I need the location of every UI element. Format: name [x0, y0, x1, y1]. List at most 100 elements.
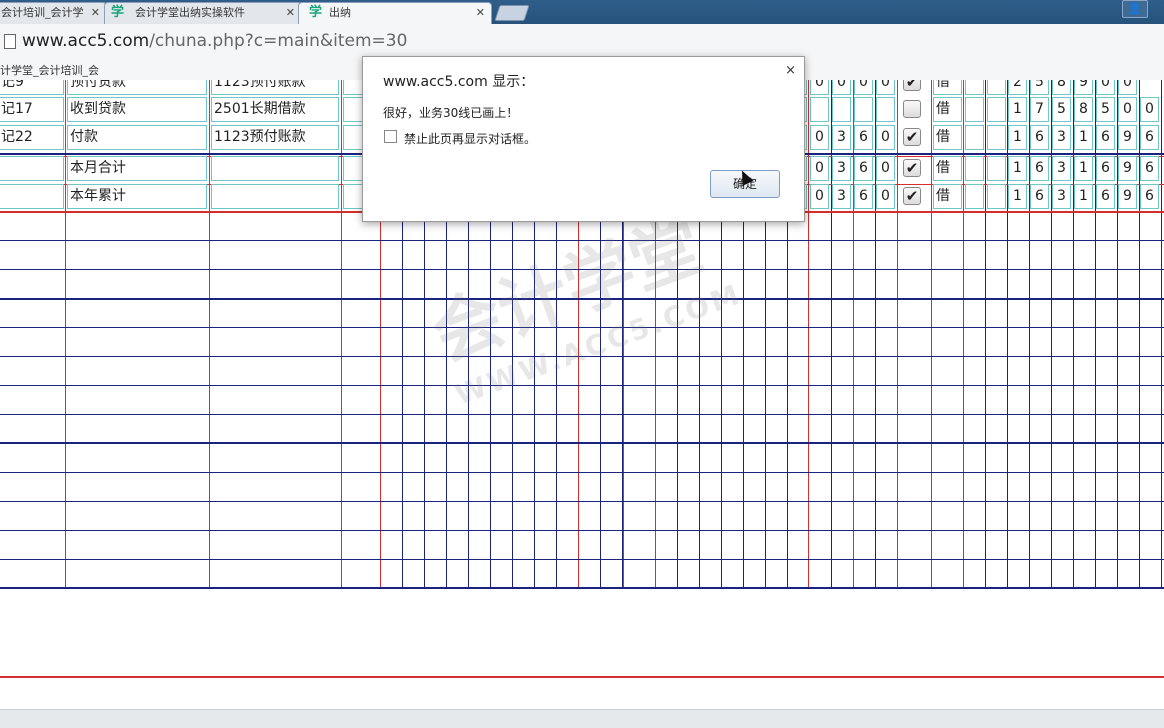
- balance-digit-cell[interactable]: 1: [1074, 184, 1093, 209]
- voucher-cell[interactable]: 记22: [0, 125, 64, 150]
- balance-digit-cell[interactable]: 3: [1052, 156, 1071, 181]
- direction-cell[interactable]: 借: [933, 184, 962, 209]
- checkmark-checkbox[interactable]: ✔: [903, 159, 921, 177]
- balance-blank-cell[interactable]: [965, 184, 984, 209]
- credit-digit-cell[interactable]: 3: [832, 184, 851, 209]
- summary-cell[interactable]: 收到贷款: [67, 97, 207, 122]
- balance-digit-cell[interactable]: 1: [1074, 125, 1093, 150]
- credit-digit-cell[interactable]: 6: [854, 156, 873, 181]
- close-icon[interactable]: ✕: [286, 3, 295, 23]
- voucher-cell[interactable]: [0, 156, 64, 181]
- balance-digit-cell[interactable]: 6: [1096, 184, 1115, 209]
- close-icon[interactable]: ✕: [476, 3, 485, 23]
- credit-digit-cell[interactable]: 0: [810, 125, 829, 150]
- summary-cell[interactable]: 本月合计: [67, 156, 207, 181]
- account-cell[interactable]: [211, 184, 339, 209]
- balance-digit-cell[interactable]: 9: [1118, 184, 1137, 209]
- account-cell[interactable]: 1123预付账款: [211, 125, 339, 150]
- account-cell[interactable]: 2501长期借款: [211, 97, 339, 122]
- balance-digit-cell[interactable]: 6: [1096, 125, 1115, 150]
- credit-digit-cell[interactable]: [854, 97, 873, 122]
- credit-digit-cell[interactable]: 0: [854, 80, 873, 95]
- balance-digit-cell[interactable]: 3: [1052, 125, 1071, 150]
- balance-digit-cell[interactable]: 6: [1140, 125, 1159, 150]
- balance-digit-cell[interactable]: 5: [1030, 80, 1049, 95]
- credit-digit-cell[interactable]: 0: [810, 184, 829, 209]
- credit-digit-cell[interactable]: 0: [876, 125, 895, 150]
- tab-cashier[interactable]: 学 出纳 ✕: [298, 2, 492, 25]
- summary-cell[interactable]: 预付贷款: [67, 80, 207, 95]
- account-cell[interactable]: [211, 156, 339, 181]
- balance-digit-cell[interactable]: 5: [1052, 97, 1071, 122]
- balance-blank-cell[interactable]: [987, 184, 1006, 209]
- balance-digit-cell[interactable]: 2: [1008, 80, 1027, 95]
- credit-digit-cell[interactable]: 6: [854, 125, 873, 150]
- checkmark-checkbox[interactable]: [903, 100, 921, 118]
- close-icon[interactable]: ×: [785, 63, 796, 78]
- direction-cell[interactable]: 借: [933, 125, 962, 150]
- balance-digit-cell[interactable]: 1: [1008, 156, 1027, 181]
- balance-digit-cell[interactable]: 9: [1118, 125, 1137, 150]
- credit-digit-cell[interactable]: 3: [832, 125, 851, 150]
- credit-digit-cell[interactable]: 0: [810, 80, 829, 95]
- direction-cell[interactable]: 借: [933, 156, 962, 181]
- credit-digit-cell[interactable]: [810, 97, 829, 122]
- bookmark-acc5[interactable]: 计学堂_会计培训_会: [0, 62, 99, 78]
- url-field[interactable]: www.acc5.com/chuna.php?c=main&item=30: [22, 31, 407, 51]
- summary-cell[interactable]: 付款: [67, 125, 207, 150]
- balance-digit-cell[interactable]: 5: [1096, 97, 1115, 122]
- credit-digit-cell[interactable]: 6: [854, 184, 873, 209]
- voucher-cell[interactable]: 记9: [0, 80, 64, 95]
- summary-cell[interactable]: 本年累计: [67, 184, 207, 209]
- balance-digit-cell[interactable]: 6: [1140, 156, 1159, 181]
- tab-cashier-software[interactable]: 学 会计学堂出纳实操软件 ✕: [104, 2, 302, 25]
- credit-digit-cell[interactable]: 0: [876, 184, 895, 209]
- user-icon[interactable]: 👤: [1122, 0, 1148, 18]
- balance-blank-cell[interactable]: [987, 80, 1006, 95]
- voucher-cell[interactable]: 记17: [0, 97, 64, 122]
- balance-digit-cell[interactable]: 1: [1008, 97, 1027, 122]
- credit-digit-cell[interactable]: 0: [810, 156, 829, 181]
- balance-digit-cell[interactable]: 9: [1074, 80, 1093, 95]
- balance-digit-cell[interactable]: 0: [1118, 80, 1137, 95]
- balance-blank-cell[interactable]: [987, 97, 1006, 122]
- balance-digit-cell[interactable]: 7: [1030, 97, 1049, 122]
- credit-digit-cell[interactable]: 0: [876, 156, 895, 181]
- balance-digit-cell[interactable]: 0: [1096, 80, 1115, 95]
- balance-blank-cell[interactable]: [965, 156, 984, 181]
- credit-digit-cell[interactable]: 0: [832, 80, 851, 95]
- credit-digit-cell[interactable]: [832, 97, 851, 122]
- close-icon[interactable]: ✕: [91, 3, 100, 23]
- balance-blank-cell[interactable]: [965, 80, 984, 95]
- balance-digit-cell[interactable]: 1: [1074, 156, 1093, 181]
- balance-blank-cell[interactable]: [987, 156, 1006, 181]
- direction-cell[interactable]: 借: [933, 80, 962, 95]
- balance-digit-cell[interactable]: 9: [1118, 156, 1137, 181]
- account-cell[interactable]: 1123预付账款: [211, 80, 339, 95]
- checkmark-checkbox[interactable]: ✔: [903, 80, 921, 91]
- balance-blank-cell[interactable]: [965, 97, 984, 122]
- balance-blank-cell[interactable]: [965, 125, 984, 150]
- balance-digit-cell[interactable]: 8: [1074, 97, 1093, 122]
- balance-digit-cell[interactable]: 8: [1052, 80, 1071, 95]
- direction-cell[interactable]: 借: [933, 97, 962, 122]
- balance-digit-cell[interactable]: 3: [1052, 184, 1071, 209]
- balance-digit-cell[interactable]: 6: [1096, 156, 1115, 181]
- balance-digit-cell[interactable]: 6: [1030, 184, 1049, 209]
- tab-acc5-training[interactable]: 会计培训_会计学 ✕: [0, 2, 107, 25]
- new-tab-button[interactable]: [494, 5, 530, 21]
- balance-digit-cell[interactable]: 0: [1118, 97, 1137, 122]
- voucher-cell[interactable]: [0, 184, 64, 209]
- balance-digit-cell[interactable]: 6: [1030, 125, 1049, 150]
- credit-digit-cell[interactable]: [876, 97, 895, 122]
- checkmark-checkbox[interactable]: ✔: [903, 187, 921, 205]
- credit-digit-cell[interactable]: 3: [832, 156, 851, 181]
- balance-blank-cell[interactable]: [987, 125, 1006, 150]
- balance-digit-cell[interactable]: 6: [1030, 156, 1049, 181]
- balance-digit-cell[interactable]: 6: [1140, 184, 1159, 209]
- credit-digit-cell[interactable]: 0: [876, 80, 895, 95]
- balance-digit-cell[interactable]: 0: [1140, 97, 1159, 122]
- balance-digit-cell[interactable]: 1: [1008, 184, 1027, 209]
- checkmark-checkbox[interactable]: ✔: [903, 128, 921, 146]
- balance-digit-cell[interactable]: 1: [1008, 125, 1027, 150]
